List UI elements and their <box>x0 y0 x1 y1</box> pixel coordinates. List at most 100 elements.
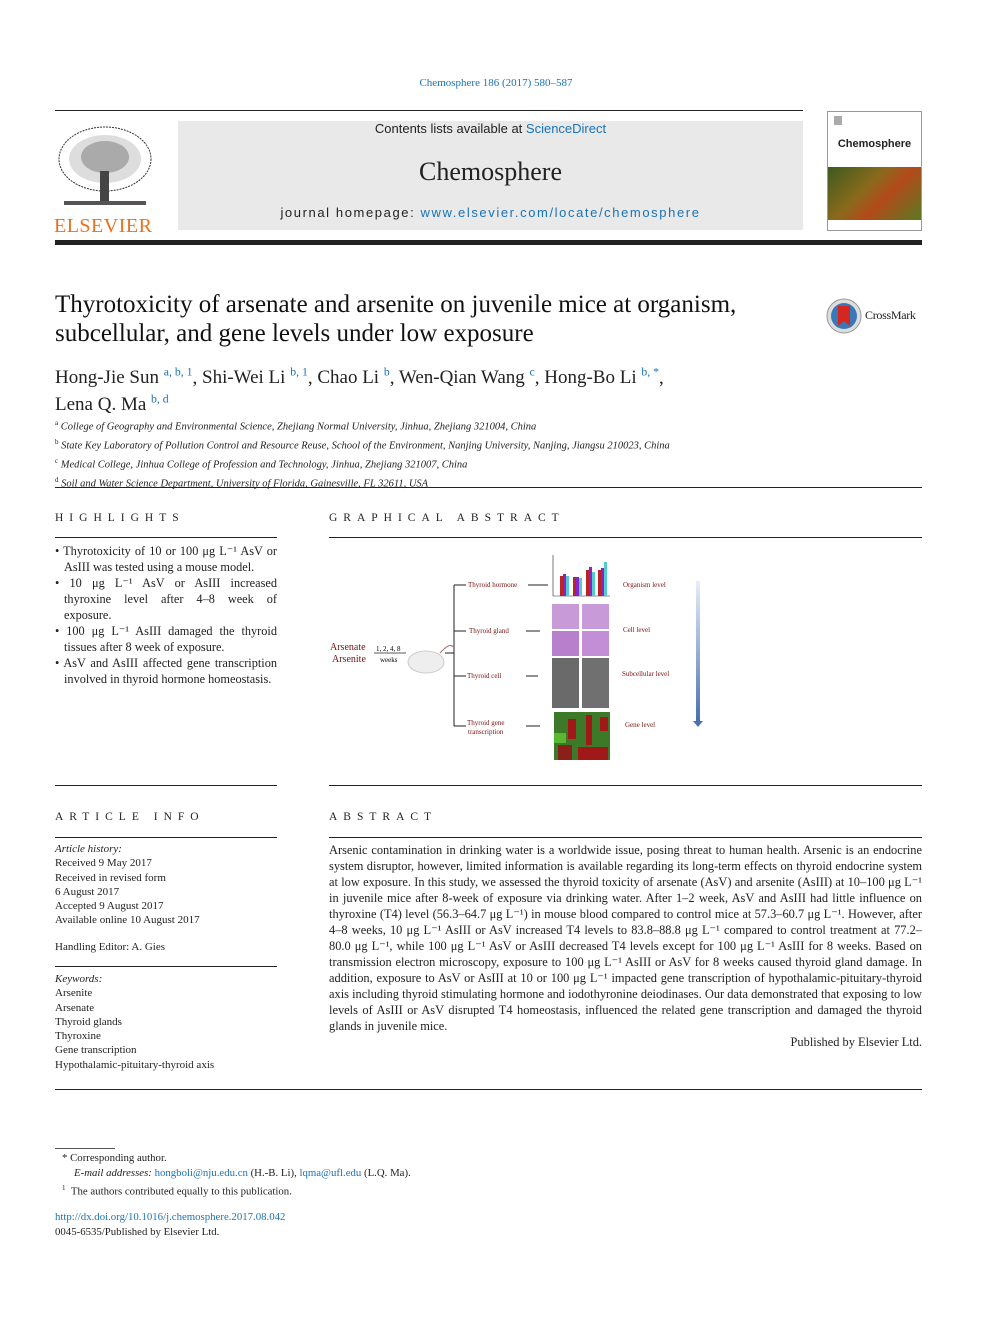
divider <box>55 785 277 786</box>
highlight-item: • AsV and AsIII affected gene transcript… <box>55 656 277 686</box>
divider <box>329 785 922 786</box>
doi-link[interactable]: http://dx.doi.org/10.1016/j.chemosphere.… <box>55 1211 285 1223</box>
weeks-numbers: 1, 2, 4, 8 <box>376 645 401 653</box>
email-owner: (L.Q. Ma). <box>361 1167 411 1179</box>
author-sup: a, b, 1 <box>163 366 193 379</box>
affiliation-text: State Key Laboratory of Pollution Contro… <box>61 440 670 452</box>
footnote-mark: 1 <box>62 1184 66 1192</box>
abstract-heading: ABSTRACT <box>329 811 438 823</box>
journal-cover[interactable]: Chemosphere <box>827 111 922 231</box>
history-item: Accepted 9 August 2017 <box>55 900 164 913</box>
equal-text: The authors contributed equally to this … <box>70 1185 292 1198</box>
keyword: Hypothalamic-pituitary-thyroid axis <box>55 1058 215 1071</box>
author[interactable]: Chao Li b <box>317 366 390 388</box>
history-item: Received 9 May 2017 <box>55 857 152 870</box>
graphical-abstract-heading: GRAPHICAL ABSTRACT <box>329 512 565 524</box>
homepage-prefix: journal homepage: <box>280 205 421 220</box>
author-sup: c <box>529 366 535 379</box>
highlight-text: Thyrotoxicity of 10 or 100 μg L⁻¹ AsV or… <box>63 544 277 574</box>
highlight-text: AsV and AsIII affected gene transcriptio… <box>63 656 277 686</box>
article-history: Article history: Received 9 May 2017 Rec… <box>55 842 277 954</box>
keywords-label: Keywords: <box>55 973 103 985</box>
branch-thyroid-cell: Thyroid cell <box>467 672 501 680</box>
arsenite-label: Arsenite <box>332 654 366 665</box>
crossmark-button[interactable]: CrossMark <box>825 297 925 335</box>
footnotes: * Corresponding author. E-mail addresses… <box>62 1151 411 1200</box>
author-name: Lena Q. Ma <box>55 393 147 415</box>
issn-line: 0045-6535/Published by Elsevier Ltd. <box>55 1226 220 1238</box>
branch-thyroid-gland: Thyroid gland <box>469 627 509 635</box>
history-label: Article history: <box>55 843 122 855</box>
level-cell: Cell level <box>623 626 650 634</box>
author-sup: b, * <box>641 366 660 379</box>
keyword: Gene transcription <box>55 1044 137 1057</box>
highlights-heading: HIGHLIGHTS <box>55 512 185 524</box>
highlight-item: • 10 μg L⁻¹ AsV or AsIII increased thyro… <box>55 576 277 622</box>
author[interactable]: Wen-Qian Wang c <box>398 366 535 389</box>
author-name: Wen-Qian Wang <box>398 367 525 389</box>
histology-images <box>552 604 609 656</box>
author-sup: b, d <box>151 392 169 406</box>
affiliation: a College of Geography and Environmental… <box>55 416 855 435</box>
journal-reference[interactable]: Chemosphere 186 (2017) 580–587 <box>0 77 992 89</box>
author-name: Shi-Wei Li <box>202 367 286 389</box>
highlights-list: • Thyrotoxicity of 10 or 100 μg L⁻¹ AsV … <box>55 543 277 687</box>
divider <box>55 487 922 488</box>
email-link[interactable]: lqma@ufl.edu <box>299 1167 361 1179</box>
author[interactable]: Shi-Wei Li b, 1 <box>202 366 308 389</box>
sciencedirect-link[interactable]: ScienceDirect <box>526 121 606 136</box>
graphical-abstract-figure[interactable]: Arsenate Arsenite 1, 2, 4, 8 weeks Thyro… <box>328 545 718 770</box>
history-item: 6 August 2017 <box>55 885 120 898</box>
journal-title: Chemosphere <box>419 157 562 186</box>
elsevier-logo[interactable]: ELSEVIER <box>54 121 156 236</box>
affiliation-text: Medical College, Jinhua College of Profe… <box>60 459 468 471</box>
affiliation-key: c <box>55 457 59 465</box>
highlight-item: • Thyrotoxicity of 10 or 100 μg L⁻¹ AsV … <box>55 544 277 574</box>
mini-bar-chart <box>552 555 610 597</box>
corresponding-author-note: * Corresponding author. <box>62 1152 167 1164</box>
email-label: E-mail addresses: <box>74 1167 155 1179</box>
arrow-head <box>693 721 703 727</box>
level-subcellular: Subcellular level <box>622 670 669 678</box>
article-title: Thyrotoxicity of arsenate and arsenite o… <box>55 291 737 347</box>
handling-editor: Handling Editor: A. Gies <box>55 940 165 953</box>
weeks-label: weeks <box>380 656 398 664</box>
history-item: Available online 10 August 2017 <box>55 914 200 927</box>
divider <box>329 537 922 538</box>
crossmark-label: CrossMark <box>865 308 916 322</box>
keyword: Arsenite <box>55 987 93 1000</box>
author[interactable]: Hong-Bo Li b, * <box>544 366 660 388</box>
mouse-icon <box>407 650 445 674</box>
divider <box>55 110 803 111</box>
header-rule <box>55 240 922 245</box>
affiliation-key: d <box>55 476 59 484</box>
author-sup: b, 1 <box>290 366 308 379</box>
cover-title: Chemosphere <box>837 138 912 150</box>
affiliation: b State Key Laboratory of Pollution Cont… <box>55 435 855 454</box>
keywords: Keywords: Arsenite Arsenate Thyroid glan… <box>55 972 277 1072</box>
author[interactable]: Hong-Jie Sun a, b, 1 <box>55 366 193 388</box>
author-list: Hong-Jie Sun a, b, 1, Shi-Wei Li b, 1, C… <box>55 366 664 415</box>
author[interactable]: Lena Q. Ma b, d <box>55 392 169 415</box>
branch-thyroid-gene: Thyroid gene <box>467 719 505 727</box>
cover-leaf-image <box>828 167 921 220</box>
email-link[interactable]: hongboli@nju.edu.cn <box>155 1167 248 1179</box>
journal-header: Contents lists available at ScienceDirec… <box>178 121 803 230</box>
highlight-text: 100 μg L⁻¹ AsIII damaged the thyroid tis… <box>64 624 277 654</box>
mouse-tail <box>439 645 454 654</box>
email-owner: (H.-B. Li), <box>247 1167 300 1179</box>
cover-logo-icon <box>834 116 842 125</box>
arsenate-label: Arsenate <box>330 642 366 653</box>
affiliation-text: College of Geography and Environmental S… <box>60 421 537 433</box>
journal-ref-link[interactable]: Chemosphere 186 (2017) 580–587 <box>419 77 572 89</box>
author-sup: b <box>383 366 390 379</box>
contents-prefix: Contents lists available at <box>374 121 526 136</box>
divider <box>55 1089 922 1090</box>
divider <box>329 837 922 838</box>
tem-images <box>552 658 609 708</box>
affiliation: c Medical College, Jinhua College of Pro… <box>55 454 855 473</box>
elsevier-tree-icon <box>54 121 156 209</box>
homepage-link[interactable]: www.elsevier.com/locate/chemosphere <box>421 205 701 220</box>
level-organism: Organism level <box>623 581 666 589</box>
abstract-body: Arsenic contamination in drinking water … <box>329 842 922 1050</box>
